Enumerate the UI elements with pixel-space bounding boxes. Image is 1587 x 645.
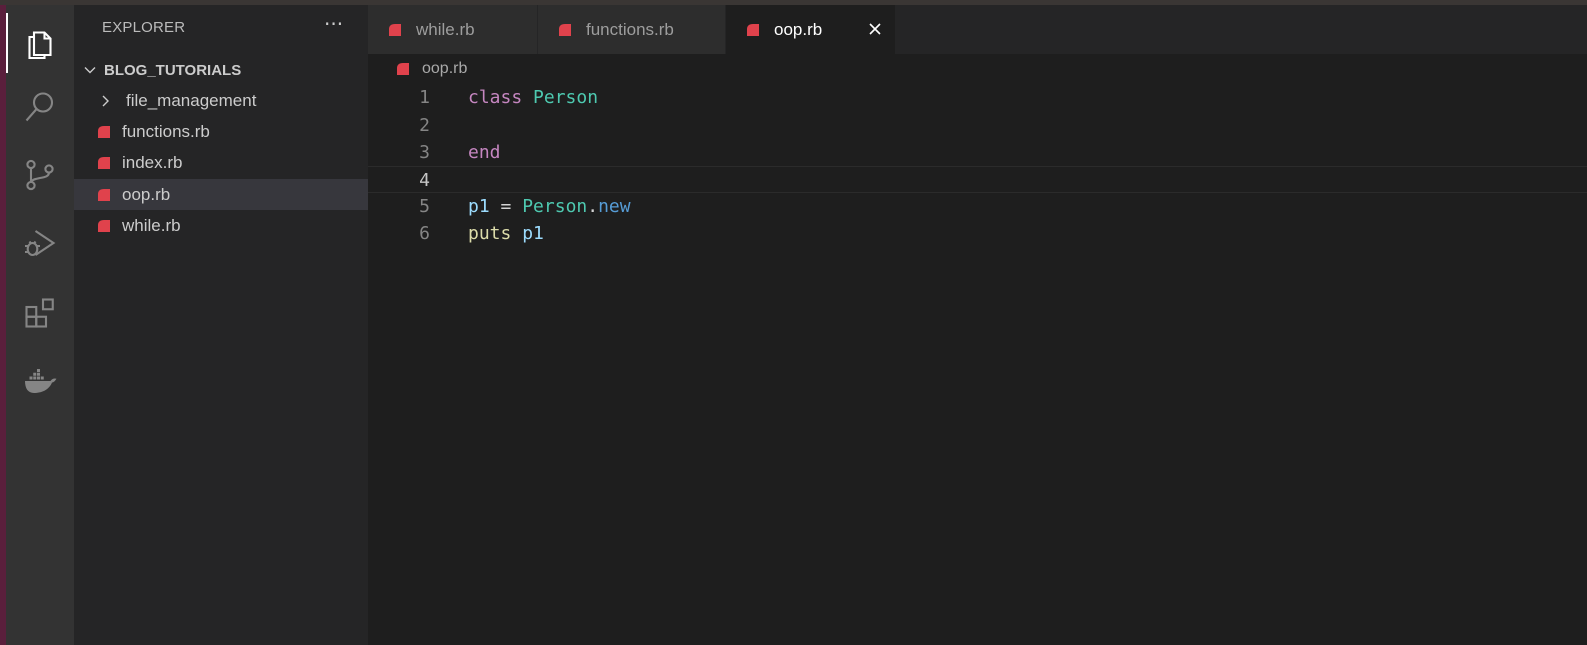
ruby-file-icon: [558, 22, 574, 38]
line-number: 4: [419, 170, 430, 191]
ruby-file-icon: [96, 124, 112, 140]
code-line: 1 class Person: [368, 84, 1587, 111]
ruby-file-icon: [396, 61, 412, 77]
code-text: end: [468, 142, 501, 163]
code-editor[interactable]: 1 class Person 2 3 end 4 5 p1 = Person.n…: [368, 84, 1587, 645]
editor-tab-bar: while.rb functions.rb oop.rb: [368, 5, 1587, 54]
tree-item-index-rb[interactable]: index.rb: [74, 147, 368, 178]
tab-oop-rb[interactable]: oop.rb: [726, 5, 896, 54]
current-line: 4: [368, 166, 1587, 193]
tree-item-file-management[interactable]: file_management: [74, 85, 368, 116]
run-debug-icon[interactable]: [16, 219, 64, 267]
more-actions-icon[interactable]: ···: [324, 14, 348, 39]
code-line: 2: [368, 112, 1587, 139]
workspace-folder-label: BLOG_TUTORIALS: [104, 61, 242, 79]
line-number: 3: [419, 142, 430, 163]
ruby-file-icon: [96, 218, 112, 234]
explorer-title: EXPLORER: [102, 19, 186, 36]
tree-item-oop-rb[interactable]: oop.rb: [74, 179, 368, 210]
chevron-down-icon: [76, 63, 104, 77]
extensions-icon[interactable]: [16, 289, 64, 337]
activity-bar: [6, 5, 74, 645]
files-icon[interactable]: [16, 19, 64, 67]
tab-while-rb[interactable]: while.rb: [368, 5, 538, 54]
chevron-right-icon: [98, 93, 114, 109]
ruby-file-icon: [96, 187, 112, 203]
ruby-file-icon: [388, 22, 404, 38]
tree-item-label: oop.rb: [122, 184, 171, 204]
workspace-folder[interactable]: BLOG_TUTORIALS: [74, 57, 368, 83]
tree-item-label: index.rb: [122, 152, 183, 172]
breadcrumb-label: oop.rb: [422, 60, 468, 77]
ruby-file-icon: [96, 155, 112, 171]
tab-label: while.rb: [416, 19, 475, 39]
tab-functions-rb[interactable]: functions.rb: [538, 5, 726, 54]
tree-item-label: functions.rb: [122, 121, 210, 141]
line-number: 1: [419, 87, 430, 108]
tree-item-functions-rb[interactable]: functions.rb: [74, 116, 368, 147]
active-indicator: [6, 13, 8, 73]
code-text: p1 = Person.new: [468, 196, 631, 217]
close-icon[interactable]: [865, 19, 885, 39]
breadcrumb[interactable]: oop.rb: [396, 58, 467, 80]
code-text: puts p1: [468, 223, 544, 244]
tree-item-while-rb[interactable]: while.rb: [74, 210, 368, 241]
search-icon[interactable]: [16, 83, 64, 131]
line-number: 2: [419, 115, 430, 136]
tree-item-label: while.rb: [122, 215, 181, 235]
line-number: 5: [419, 196, 430, 217]
tree-item-label: file_management: [126, 90, 257, 110]
code-line: 6 puts p1: [368, 220, 1587, 247]
source-control-icon[interactable]: [16, 151, 64, 199]
tab-label: oop.rb: [774, 19, 823, 39]
line-number: 6: [419, 223, 430, 244]
explorer-sidebar: EXPLORER ··· BLOG_TUTORIALS file_managem…: [74, 5, 368, 645]
code-text: class Person: [468, 87, 599, 108]
ruby-file-icon: [746, 22, 762, 38]
code-line: 3 end: [368, 139, 1587, 166]
code-line: 5 p1 = Person.new: [368, 193, 1587, 220]
tab-label: functions.rb: [586, 19, 674, 39]
docker-icon[interactable]: [16, 357, 64, 405]
